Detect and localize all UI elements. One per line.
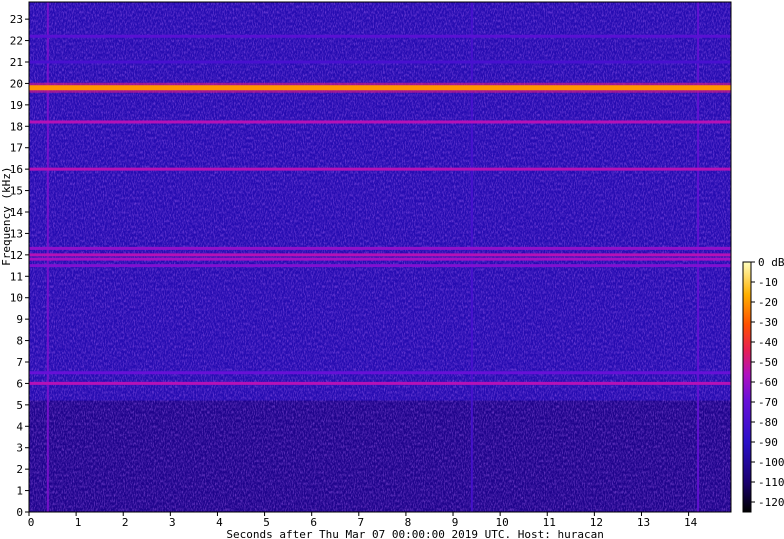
y-tick-label: 22 <box>10 35 23 48</box>
spectrogram-noise <box>29 2 731 512</box>
colorbar-tick-label: -50 <box>758 356 778 369</box>
x-tick-label: 13 <box>637 516 650 529</box>
x-axis-ticks: 0 1 2 3 4 5 6 7 8 9 10 11 12 13 14 <box>28 512 698 529</box>
colorbar: 0 dB -10 -20 -30 -40 -50 -60 -70 -80 -90 -100 -110 -… <box>742 256 784 513</box>
spectrogram-chart: 01234567891011121314151617181920212223 0… <box>0 1 784 539</box>
y-tick-label: 9 <box>16 313 23 326</box>
x-tick-label: 4 <box>216 516 223 529</box>
colorbar-tick-label: -10 <box>758 276 778 289</box>
colorbar-tick-label: -60 <box>758 376 778 389</box>
x-axis-label: Seconds after Thu Mar 07 00:00:00 2019 U… <box>226 528 604 539</box>
y-tick-label: 5 <box>16 399 23 412</box>
y-tick-label: 0 <box>16 506 23 519</box>
y-tick-label: 1 <box>16 485 23 498</box>
y-tick-label: 4 <box>16 420 23 433</box>
colorbar-tick-label: -80 <box>758 416 778 429</box>
y-tick-label: 2 <box>16 463 23 476</box>
colorbar-tick-label: -20 <box>758 296 778 309</box>
colorbar-tick-label: -100 <box>758 456 784 469</box>
colorbar-gradient <box>742 261 752 513</box>
y-tick-label: 23 <box>10 13 23 26</box>
y-tick-label: 10 <box>10 292 23 305</box>
x-tick-label: 0 <box>28 516 35 529</box>
colorbar-tick-label: -30 <box>758 316 778 329</box>
plot-area <box>28 1 732 513</box>
colorbar-ticks: 0 dB -10 -20 -30 -40 -50 -60 -70 -80 -90 -100 -110 -… <box>751 256 784 509</box>
y-tick-label: 19 <box>10 99 23 112</box>
y-tick-label: 18 <box>10 120 23 133</box>
y-tick-label: 6 <box>16 377 23 390</box>
colorbar-tick-label: -70 <box>758 396 778 409</box>
y-tick-label: 20 <box>10 77 23 90</box>
y-tick-label: 17 <box>10 142 23 155</box>
y-tick-label: 3 <box>16 442 23 455</box>
x-tick-label: 14 <box>684 516 698 529</box>
y-tick-label: 21 <box>10 56 23 69</box>
y-tick-label: 11 <box>10 270 23 283</box>
colorbar-tick-label: -110 <box>758 476 784 489</box>
x-tick-label: 1 <box>75 516 82 529</box>
y-axis-label: Frequency (kHz) <box>0 167 13 266</box>
colorbar-tick-label: -120 <box>758 496 784 509</box>
y-tick-label: 7 <box>16 356 23 369</box>
colorbar-tick-label: 0 dB <box>758 256 784 269</box>
x-tick-label: 2 <box>122 516 129 529</box>
x-tick-label: 3 <box>169 516 176 529</box>
colorbar-tick-label: -90 <box>758 436 778 449</box>
colorbar-tick-label: -40 <box>758 336 778 349</box>
y-tick-label: 8 <box>16 335 23 348</box>
